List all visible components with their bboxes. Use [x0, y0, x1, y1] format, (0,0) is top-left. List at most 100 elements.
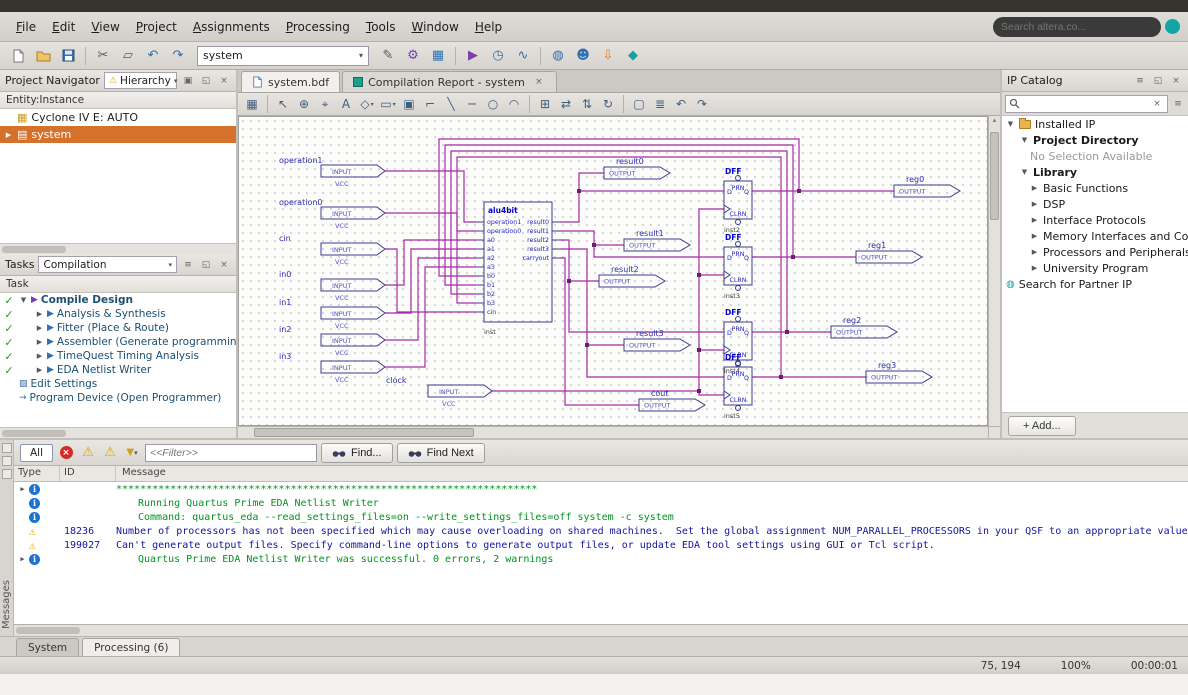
message-row[interactable]: ⚠ 199027 Can't generate output files. Sp… — [14, 538, 1188, 552]
save-button[interactable] — [56, 45, 80, 67]
column-message[interactable]: Message — [116, 466, 1188, 481]
tree-item-device[interactable]: ▦ Cyclone IV E: AUTO — [0, 109, 236, 126]
panel-menu-icon[interactable]: ≡ — [1133, 74, 1147, 88]
scrollbar-thumb[interactable] — [2, 430, 66, 437]
expander-icon[interactable]: ▶ — [18, 485, 27, 493]
schematic-canvas[interactable]: operation1 INPUT VCC operation0 INPUT VC… — [238, 116, 988, 426]
output-pin-result0[interactable]: OUTPUT result0 — [604, 157, 670, 179]
input-pin-in1[interactable]: in1 INPUT VCC — [279, 298, 385, 330]
orthogonal-line-button[interactable]: ⌐ — [420, 95, 440, 114]
ip-item-processors[interactable]: ▶ Processors and Peripherals — [1002, 244, 1188, 260]
tab-processing[interactable]: Processing (6) — [82, 638, 180, 656]
output-pin-reg1[interactable]: OUTPUT reg1 — [856, 241, 922, 263]
message-row[interactable]: i Running Quartus Prime EDA Netlist Writ… — [14, 496, 1188, 510]
message-filter-input[interactable] — [150, 447, 312, 459]
message-row[interactable]: ⚠ 18236 Number of processors has not bee… — [14, 524, 1188, 538]
output-pin-result1[interactable]: OUTPUT result1 — [624, 229, 690, 251]
filter-critical-warnings-button[interactable]: ⚠ — [79, 444, 97, 462]
navigator-hscrollbar[interactable] — [0, 243, 236, 254]
dff-instance-4[interactable]: DFF PRN CLRN D Q inst5 — [724, 353, 752, 420]
timing-analysis-button[interactable]: ◷ — [486, 45, 510, 67]
download-center-button[interactable]: ⇩ — [596, 45, 620, 67]
output-pin-result2[interactable]: OUTPUT result2 — [599, 265, 665, 287]
find-next-button[interactable]: Find Next — [397, 443, 485, 463]
float-panel-icon[interactable]: ◱ — [1151, 74, 1165, 88]
messages-hscrollbar[interactable] — [14, 624, 1188, 636]
expander-icon[interactable]: ▶ — [4, 131, 13, 139]
attach-grid-button[interactable]: ▦ — [242, 95, 262, 114]
task-analysis-synthesis[interactable]: ✓ ▶ ▶ Analysis & Synthesis — [0, 307, 236, 321]
expander-icon[interactable]: ▼ — [1020, 136, 1029, 144]
assignment-editor-button[interactable]: ⚙ — [401, 45, 425, 67]
panel-menu-icon[interactable]: ≡ — [181, 258, 195, 272]
filter-warnings-button[interactable]: ⚠ — [101, 444, 119, 462]
diagonal-line-button[interactable]: ╲ — [441, 95, 461, 114]
ip-item-memory-interfaces[interactable]: ▶ Memory Interfaces and Controllers — [1002, 228, 1188, 244]
expander-icon[interactable]: ▶ — [35, 310, 44, 318]
input-pin-operation0[interactable]: operation0 INPUT VCC — [279, 198, 385, 230]
redo-button[interactable]: ↷ — [692, 95, 712, 114]
menu-project[interactable]: Project — [128, 16, 185, 38]
menu-file[interactable]: File — [8, 16, 44, 38]
close-tab-icon[interactable]: × — [532, 75, 546, 89]
task-eda-netlist-writer[interactable]: ✓ ▶ ▶ EDA Netlist Writer — [0, 363, 236, 377]
flip-horizontal-button[interactable]: ⇄ — [556, 95, 576, 114]
ip-item-library[interactable]: ▼ Library — [1002, 164, 1188, 180]
ip-item-dsp[interactable]: ▶ DSP — [1002, 196, 1188, 212]
tab-system[interactable]: System — [16, 638, 79, 656]
project-combo[interactable]: system ▾ — [197, 46, 369, 66]
alu4bit-block[interactable]: alu4bit operation1 operation0 — [476, 202, 560, 336]
filter-funnel-button[interactable]: ▼▾ — [123, 444, 141, 462]
symbol-tool-button[interactable]: ◇▾ — [357, 95, 377, 114]
feedback-button[interactable]: ◆ — [621, 45, 645, 67]
menu-view[interactable]: View — [83, 16, 127, 38]
column-type[interactable]: Type — [14, 466, 60, 481]
dff-instance-3[interactable]: DFF PRN CLRN D Q inst4 — [724, 308, 752, 375]
pan-tool-button[interactable]: ⌖ — [315, 95, 335, 114]
dock-messages-icon[interactable] — [2, 443, 12, 453]
expander-icon[interactable]: ▶ — [35, 366, 44, 374]
tab-system-bdf[interactable]: system.bdf — [241, 71, 340, 92]
new-file-button[interactable] — [6, 45, 30, 67]
output-pin-cout[interactable]: OUTPUT cout — [639, 389, 705, 411]
column-id[interactable]: ID — [60, 466, 116, 481]
scrollbar-thumb[interactable] — [16, 627, 80, 634]
output-pin-reg3[interactable]: OUTPUT reg3 — [866, 361, 932, 383]
message-row[interactable]: ▶i Quartus Prime EDA Netlist Writer was … — [14, 552, 1188, 566]
float-panel-icon[interactable]: ◱ — [199, 74, 213, 88]
pin-tool-button[interactable]: ▭▾ — [378, 95, 398, 114]
ip-item-installed[interactable]: ▼ Installed IP — [1002, 116, 1188, 132]
canvas-hscrollbar[interactable] — [238, 426, 988, 438]
menu-window[interactable]: Window — [403, 16, 466, 38]
close-messages-icon[interactable] — [2, 469, 12, 479]
dock-panel-icon[interactable]: ▣ — [181, 74, 195, 88]
close-panel-icon[interactable]: × — [217, 74, 231, 88]
undo-button[interactable]: ↶ — [671, 95, 691, 114]
cut-button[interactable]: ✂ — [91, 45, 115, 67]
menu-help[interactable]: Help — [467, 16, 510, 38]
expander-icon[interactable]: ▶ — [18, 555, 27, 563]
filter-all-button[interactable]: All — [20, 444, 53, 462]
block-tool-button[interactable]: ▣ — [399, 95, 419, 114]
task-program-device[interactable]: → Program Device (Open Programmer) — [0, 391, 236, 405]
add-ip-button[interactable]: + Add... — [1008, 416, 1076, 436]
task-edit-settings[interactable]: ▧ Edit Settings — [0, 377, 236, 391]
circle-tool-button[interactable]: ○ — [483, 95, 503, 114]
simulation-button[interactable]: ∿ — [511, 45, 535, 67]
menu-edit[interactable]: Edit — [44, 16, 83, 38]
expander-icon[interactable]: ▶ — [1030, 264, 1039, 272]
ip-item-interface-protocols[interactable]: ▶ Interface Protocols — [1002, 212, 1188, 228]
text-tool-button[interactable]: A — [336, 95, 356, 114]
flip-vertical-button[interactable]: ⇅ — [577, 95, 597, 114]
menu-tools[interactable]: Tools — [358, 16, 404, 38]
close-panel-icon[interactable]: × — [217, 258, 231, 272]
expander-icon[interactable]: ▶ — [1030, 184, 1039, 192]
arc-tool-button[interactable]: ◠ — [504, 95, 524, 114]
schematic-drawing[interactable]: operation1 INPUT VCC operation0 INPUT VC… — [239, 117, 988, 426]
tasks-hscrollbar[interactable] — [0, 427, 236, 438]
undo-button[interactable]: ↶ — [141, 45, 165, 67]
expander-icon[interactable]: ▼ — [19, 296, 28, 304]
message-row[interactable]: ▶i *************************************… — [14, 482, 1188, 496]
task-assembler[interactable]: ✓ ▶ ▶ Assembler (Generate programming fi… — [0, 335, 236, 349]
rubberbanding-button[interactable]: ⊞ — [535, 95, 555, 114]
